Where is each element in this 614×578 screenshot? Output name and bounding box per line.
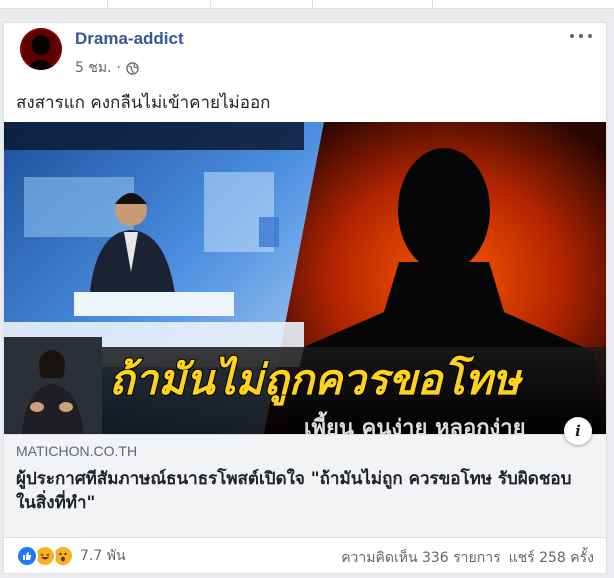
post-meta: 5 ชม. · [75,57,139,79]
meta-separator: · [116,60,121,76]
author-avatar[interactable] [20,28,62,70]
reactions-summary[interactable]: 7.7 พัน [16,545,126,567]
post-footer: 7.7 พัน ความคิดเห็น 336 รายการ แชร์ 258 … [4,541,606,573]
author-name[interactable]: Drama-addict [75,29,184,49]
link-preview[interactable]: i MATICHON.CO.TH ผู้ประกาศทีสัมภาษณ์ธนาธ… [4,417,606,538]
link-domain: MATICHON.CO.TH [16,443,138,459]
share-count[interactable]: แชร์ 258 ครั้ง [509,547,594,569]
info-icon[interactable]: i [564,417,592,445]
link-title[interactable]: ผู้ประกาศทีสัมภาษณ์ธนาธรโพสต์เปิดใจ "ถ้า… [16,467,586,515]
post-text: สงสารแก คงกลืนไม่เข้าคายไม่ออก [16,93,271,113]
post-card: Drama-addict 5 ชม. · สงสารแก คงกลืนไม่เข… [3,22,607,574]
post-stats: ความคิดเห็น 336 รายการ แชร์ 258 ครั้ง [341,547,594,569]
reaction-count[interactable]: 7.7 พัน [80,545,126,567]
like-icon [16,545,38,567]
post-timestamp[interactable]: 5 ชม. [75,57,112,79]
comment-count[interactable]: ความคิดเห็น 336 รายการ [341,547,500,569]
globe-icon[interactable] [126,61,139,75]
link-preview-image[interactable]: ถ้ามันไม่ถูกควรขอโทษ เพี้ยน คนง่าย หลอกง… [4,122,606,434]
image-overlay-headline: ถ้ามันไม่ถูกควรขอโทษ [109,355,523,406]
more-options-icon[interactable] [570,29,592,43]
top-tab-strip [0,0,614,9]
